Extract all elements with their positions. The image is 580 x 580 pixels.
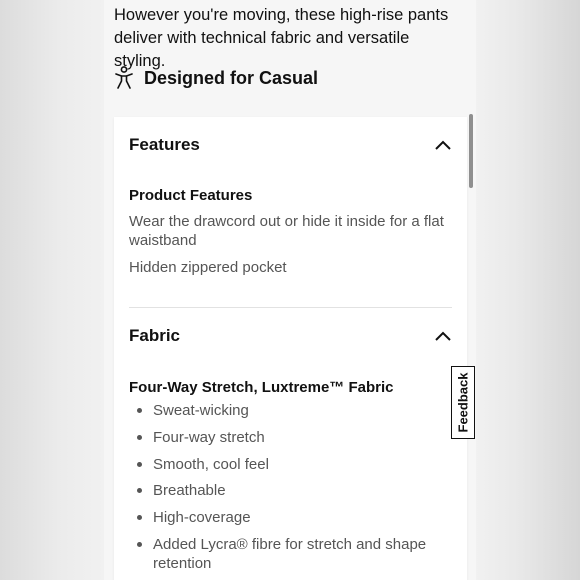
features-accordion-header[interactable]: Features bbox=[129, 130, 452, 160]
section-divider bbox=[129, 307, 452, 308]
designed-for-label: Designed for Casual bbox=[144, 67, 319, 88]
accordion-card: Features Product Features Wear the drawc… bbox=[114, 117, 467, 580]
list-item: Four-way stretch bbox=[129, 428, 449, 447]
fabric-type-heading: Four-Way Stretch, Luxtreme™ Fabric bbox=[129, 379, 394, 396]
product-details-panel: However you're moving, these high-rise p… bbox=[104, 0, 476, 580]
feature-item: Wear the drawcord out or hide it inside … bbox=[129, 213, 444, 249]
product-features-heading: Product Features bbox=[129, 187, 253, 204]
list-item: Added Lycra® fibre for stretch and shape… bbox=[129, 535, 449, 573]
list-item: Sweat-wicking bbox=[129, 401, 449, 420]
list-item: Breathable bbox=[129, 481, 449, 500]
scrollbar-thumb[interactable] bbox=[469, 114, 473, 188]
list-item: Smooth, cool feel bbox=[129, 455, 449, 474]
feedback-label: Feedback bbox=[455, 372, 471, 433]
background-right bbox=[476, 0, 580, 580]
chevron-up-icon[interactable] bbox=[434, 139, 452, 151]
list-item: High-coverage bbox=[129, 508, 449, 527]
features-title: Features bbox=[129, 135, 200, 154]
fabric-feature-list: Sweat-wicking Four-way stretch Smooth, c… bbox=[129, 401, 449, 580]
fabric-title: Fabric bbox=[129, 326, 181, 345]
chevron-up-icon[interactable] bbox=[434, 330, 452, 342]
product-description: However you're moving, these high-rise p… bbox=[114, 6, 449, 70]
designed-for-row: Designed for Casual bbox=[114, 66, 318, 90]
background-left bbox=[0, 0, 104, 580]
feature-item: Hidden zippered pocket bbox=[129, 259, 287, 276]
feedback-button[interactable]: Feedback bbox=[451, 366, 475, 439]
fabric-accordion-header[interactable]: Fabric bbox=[129, 321, 452, 351]
person-activity-icon bbox=[115, 66, 133, 89]
